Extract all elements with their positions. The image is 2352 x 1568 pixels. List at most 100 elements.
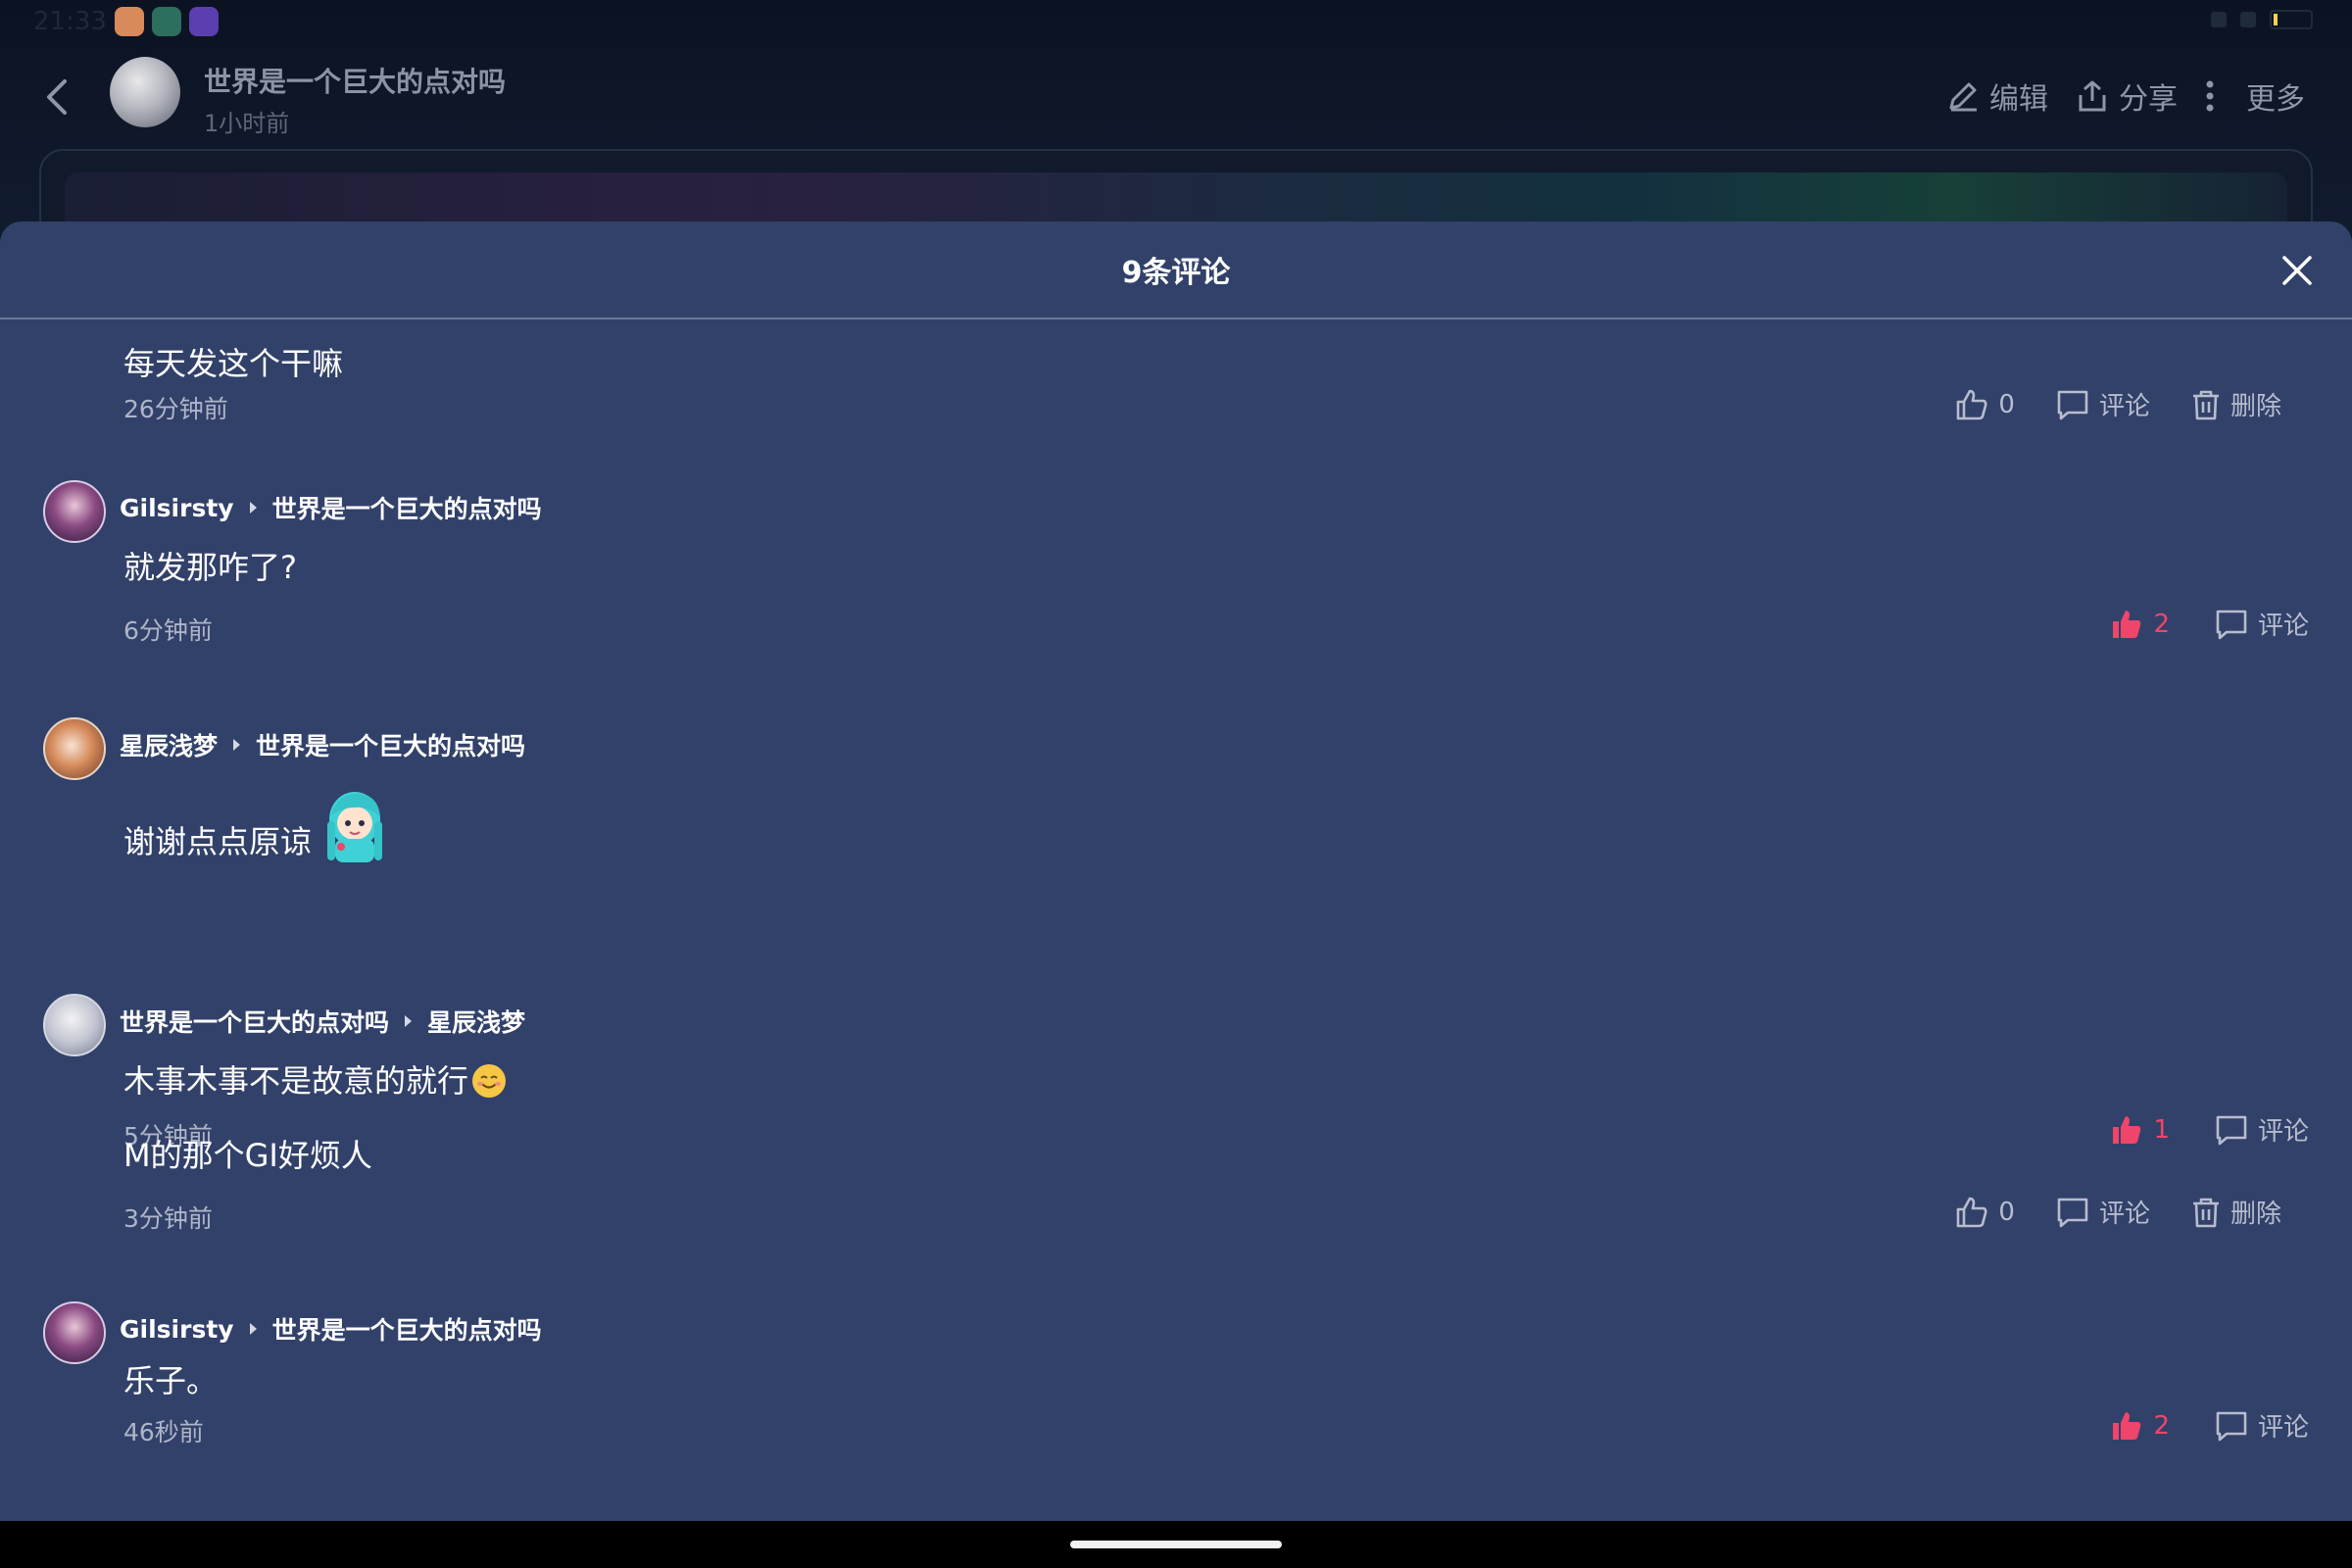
comment-bubble-icon [2216,1411,2247,1441]
reply-label: 评论 [2098,1200,2150,1229]
comment-author[interactable]: 星辰浅梦 [120,727,218,762]
comment-time: 3分钟前 [123,1204,213,1233]
reply-arrow-icon [249,1323,257,1335]
trash-icon [2192,390,2219,419]
wifi-icon [2240,12,2256,27]
share-label: 分享 [2119,82,2178,117]
reply-button[interactable]: 评论 [2215,606,2309,642]
reply-label: 评论 [2257,1413,2309,1443]
comment-actions: 2 评论 [2110,606,2309,642]
share-icon [2079,80,2106,112]
home-indicator[interactable] [1070,1541,1282,1548]
trash-icon [2192,1198,2219,1227]
comment-item: Gilsirsty 世界是一个巨大的点对吗 乐子。 46秒前 2 评论 [0,1301,2352,1488]
more-vertical-icon [2206,80,2214,112]
status-time: 21:33 [33,7,107,36]
comment-reply-to[interactable]: 世界是一个巨大的点对吗 [272,1311,542,1347]
like-button[interactable]: 2 [2110,1409,2170,1443]
like-button[interactable]: 0 [1955,1196,2015,1229]
like-count: 0 [1998,389,2015,419]
like-count: 0 [1998,1197,2015,1227]
camera-notification-icon [188,7,219,36]
comment-reply-to[interactable]: 世界是一个巨大的点对吗 [272,490,542,525]
status-right [2211,10,2313,29]
delete-label: 删除 [2230,1200,2281,1229]
comment-text-line: 木事木事不是故意的就行 [123,1056,507,1102]
delete-label: 删除 [2230,392,2281,421]
bluetooth-icon [2211,12,2227,27]
comment-time: 26分钟前 [123,395,228,423]
comment-names: 星辰浅梦 世界是一个巨大的点对吗 [120,727,525,762]
comment-text: 谢谢点点原谅 [123,823,313,860]
battery-icon [2270,10,2313,29]
like-button[interactable]: 2 [2110,608,2170,641]
avatar[interactable] [43,717,106,780]
like-button[interactable]: 0 [1955,388,2015,421]
avatar[interactable] [43,480,106,543]
delete-button[interactable]: 删除 [2191,386,2281,422]
comment-author[interactable]: Gilsirsty [120,494,234,522]
comment-reply-to[interactable]: 世界是一个巨大的点对吗 [256,727,525,762]
comment-bubble-icon [2216,610,2247,639]
edit-label: 编辑 [1989,82,2048,117]
reply-button[interactable]: 评论 [2056,1194,2150,1230]
comment-text: 就发那咋了? [123,549,297,586]
comment-actions: 0 评论 删除 [1955,386,2281,422]
back-button[interactable] [37,74,76,120]
avatar[interactable] [43,994,106,1056]
comment-reply-to[interactable]: 星辰浅梦 [427,1004,525,1039]
comment-text-line: 谢谢点点原谅 [123,786,392,868]
comment-text-line-2: M的那个GI好烦人 [123,1137,372,1174]
comments-sheet: 9条评论 每天发这个干嘛 26分钟前 0 评论 删除 Gilsirsty 世界是… [0,221,2352,1521]
comment-bubble-icon [2057,390,2088,419]
reply-arrow-icon [233,739,241,751]
comment-time: 6分钟前 [123,616,213,645]
more-label: 更多 [2246,82,2305,117]
top-actions: 编辑 分享 更多 [1946,74,2305,118]
comment-item: 世界是一个巨大的点对吗 星辰浅梦 木事木事不是故意的就行 M的那个GI好烦人 3… [0,994,2352,1268]
reply-arrow-icon [405,1015,413,1027]
comment-names: 世界是一个巨大的点对吗 星辰浅梦 [120,1004,525,1039]
comment-bubble-icon [2057,1198,2088,1227]
comment-names: Gilsirsty 世界是一个巨大的点对吗 [120,490,542,525]
status-app-icons [114,7,219,36]
status-bar: 21:33 [0,0,2352,43]
edit-button[interactable]: 编辑 [1946,74,2048,118]
author-avatar[interactable] [110,57,180,127]
comment-actions: 0 评论 删除 [1955,1194,2281,1230]
chevron-left-icon [47,79,67,115]
close-icon [2282,256,2312,285]
delete-button[interactable]: 删除 [2191,1194,2281,1230]
comment-actions: 2 评论 [2110,1407,2309,1444]
like-count: 2 [2153,609,2170,639]
more-button[interactable]: 更多 [2205,74,2305,118]
sheet-header: 9条评论 [0,221,2352,319]
comment-item: 每天发这个干嘛 26分钟前 0 评论 删除 [0,319,2352,457]
thumbs-up-filled-icon [2113,610,2141,638]
anime-girl-sticker-icon [327,792,383,862]
thumbs-up-icon [1957,1197,1987,1227]
comment-item: 星辰浅梦 世界是一个巨大的点对吗 谢谢点点原谅 5分钟前 1 评论 [0,717,2352,1151]
android-notification-icon [151,7,181,36]
pencil-icon [1949,82,1977,112]
reply-button[interactable]: 评论 [2215,1407,2309,1444]
comment-item: Gilsirsty 世界是一个巨大的点对吗 就发那咋了? 6分钟前 2 评论 [0,480,2352,676]
thumbs-up-icon [1957,389,1987,419]
reply-button[interactable]: 评论 [2056,386,2150,422]
comment-author[interactable]: Gilsirsty [120,1315,234,1344]
like-count: 2 [2153,1410,2170,1441]
share-button[interactable]: 分享 [2076,74,2178,118]
author-name[interactable]: 世界是一个巨大的点对吗 [204,61,506,100]
close-button[interactable] [2274,247,2321,294]
comment-names: Gilsirsty 世界是一个巨大的点对吗 [120,1311,542,1347]
comment-author[interactable]: 世界是一个巨大的点对吗 [120,1004,389,1039]
reply-arrow-icon [249,502,257,514]
thumbs-up-filled-icon [2113,1411,2141,1440]
app-notification-icon [114,7,144,36]
comment-text: 乐子。 [123,1362,219,1399]
comment-text: 木事木事不是故意的就行 [123,1062,469,1100]
sheet-title: 9条评论 [1121,256,1231,290]
avatar[interactable] [43,1301,106,1364]
navigation-bar [0,1521,2352,1568]
comment-time: 46秒前 [123,1418,204,1446]
